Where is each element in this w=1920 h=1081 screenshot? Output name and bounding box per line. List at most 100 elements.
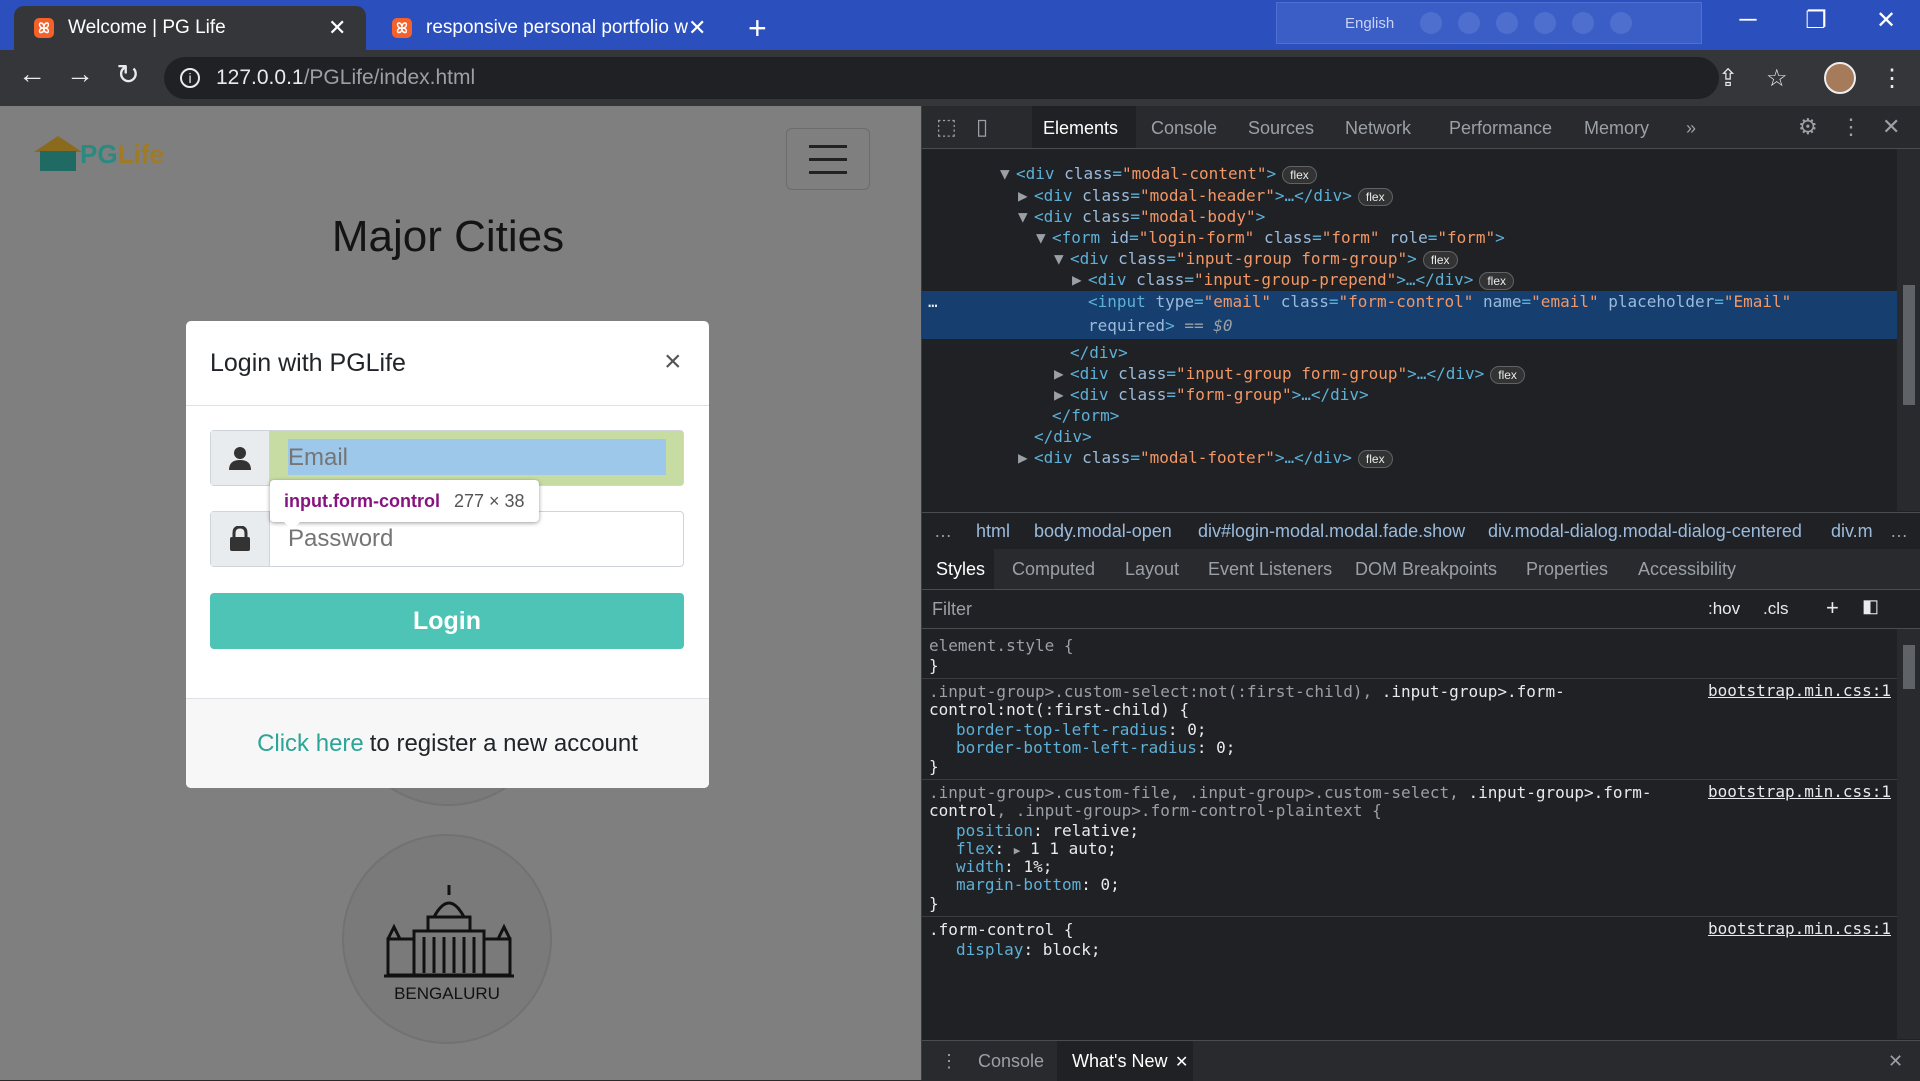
dom-node[interactable]: ▶ <div class="modal-header">…</div> flex <box>1018 185 1393 207</box>
menu-kebab-icon[interactable]: ⋮ <box>1880 64 1904 93</box>
class-toggle[interactable]: .cls <box>1763 599 1789 619</box>
inspect-element-icon[interactable]: ⬚ <box>936 114 957 140</box>
reload-icon[interactable]: ↻ <box>108 58 148 91</box>
drawer-tab-console[interactable]: Console <box>978 1051 1044 1072</box>
more-tabs-icon[interactable]: » <box>1686 118 1696 139</box>
devtools-menu-icon[interactable]: ⋮ <box>1840 114 1862 140</box>
style-source-link[interactable]: bootstrap.min.css:1 <box>1708 681 1891 700</box>
tab-properties[interactable]: Properties <box>1526 559 1608 580</box>
drawer-close-icon[interactable]: ✕ <box>1888 1051 1903 1072</box>
flex-badge[interactable]: flex <box>1490 365 1525 384</box>
dom-node[interactable]: ▼ <div class="modal-body"> <box>1018 206 1265 228</box>
new-tab-plus-icon[interactable]: + <box>748 10 767 47</box>
ime-toolbar: English <box>1276 2 1702 44</box>
dom-node[interactable]: </form> <box>1052 405 1119 427</box>
restore-button[interactable]: ❐ <box>1786 6 1846 35</box>
tab-layout[interactable]: Layout <box>1125 559 1179 580</box>
ime-language[interactable]: English <box>1345 15 1394 32</box>
breadcrumb-item[interactable]: div.m <box>1831 521 1873 542</box>
register-link[interactable]: Click here <box>257 730 364 758</box>
dom-node[interactable]: ▶ <div class="input-group-prepend">…</div… <box>1072 269 1515 291</box>
dom-node[interactable]: </div> <box>1070 342 1128 364</box>
dom-node[interactable]: ▼ <div class="input-group form-group"> fle… <box>1054 248 1458 270</box>
styles-filter-input[interactable]: Filter <box>932 599 972 620</box>
ime-settings-icon[interactable] <box>1496 12 1519 34</box>
tab-close-icon[interactable]: ✕ <box>328 15 346 41</box>
tab-computed[interactable]: Computed <box>1012 559 1095 580</box>
ime-help-icon[interactable] <box>1572 12 1595 34</box>
login-button[interactable]: Login <box>210 593 684 649</box>
flex-badge[interactable]: flex <box>1422 250 1458 269</box>
tab-elements[interactable]: Elements <box>1043 118 1118 139</box>
dom-node[interactable]: </div> <box>1034 426 1092 448</box>
dom-node[interactable]: ▶ <div class="input-group form-group">…</… <box>1054 363 1525 385</box>
modal-close-button[interactable]: × <box>664 345 682 379</box>
modal-footer: Click here to register a new account <box>186 698 709 788</box>
pglife-logo[interactable]: PGLife <box>34 136 164 171</box>
back-arrow-icon[interactable]: ← <box>12 58 52 90</box>
drawer-menu-icon[interactable]: ⋮ <box>940 1051 958 1072</box>
dom-scrollbar[interactable] <box>1897 149 1920 511</box>
styles-scrollbar[interactable] <box>1897 629 1920 1039</box>
dom-node[interactable]: ▼ <form id="login-form" class="form" role… <box>1036 227 1505 249</box>
tab-event-listeners[interactable]: Event Listeners <box>1208 559 1332 580</box>
site-info-icon[interactable]: i <box>180 68 200 88</box>
ime-tool-icon[interactable] <box>1420 12 1443 34</box>
tab-network[interactable]: Network <box>1345 118 1411 139</box>
style-declaration[interactable]: border-bottom-left-radius: 0; <box>956 737 1235 759</box>
tab-portfolio[interactable]: ꕤ responsive personal portfolio web ✕ <box>372 6 724 50</box>
devtools-close-icon[interactable]: ✕ <box>1882 114 1900 140</box>
device-toolbar-icon[interactable]: ▯ <box>976 114 988 140</box>
flex-badge[interactable]: flex <box>1282 165 1317 184</box>
dom-node-selected[interactable]: … <input type="email" class="form-contro… <box>922 291 1897 339</box>
ime-tool-icon[interactable] <box>1458 12 1481 34</box>
flex-badge[interactable]: flex <box>1357 449 1393 468</box>
tab-memory[interactable]: Memory <box>1584 118 1649 139</box>
tab-close-icon[interactable]: ✕ <box>688 15 706 41</box>
tab-performance[interactable]: Performance <box>1449 118 1552 139</box>
hover-state-toggle[interactable]: :hov <box>1708 599 1740 619</box>
flex-badge[interactable]: flex <box>1479 271 1515 290</box>
dom-node[interactable]: ▶ <div class="form-group">…</div> <box>1054 384 1369 406</box>
drawer-tab-whats-new[interactable]: What's New <box>1072 1051 1167 1072</box>
breadcrumb-item[interactable]: body.modal-open <box>1034 521 1172 542</box>
tab-dom-breakpoints[interactable]: DOM Breakpoints <box>1355 559 1497 580</box>
tab-sources[interactable]: Sources <box>1248 118 1314 139</box>
toggle-sidebar-icon[interactable]: ◧ <box>1862 596 1879 617</box>
close-window-button[interactable]: ✕ <box>1856 6 1916 35</box>
breadcrumb: … html body.modal-open div#login-modal.m… <box>922 512 1920 550</box>
dom-node-ellipsis[interactable]: … <box>928 291 938 313</box>
modal-title: Login with PGLife <box>210 349 406 377</box>
tab-styles[interactable]: Styles <box>936 559 985 580</box>
tab-welcome[interactable]: ꕤ Welcome | PG Life ✕ <box>14 6 366 50</box>
flex-badge[interactable]: flex <box>1357 187 1393 206</box>
breadcrumb-item[interactable]: div#login-modal.modal.fade.show <box>1198 521 1465 542</box>
style-rule-selector: .form-control { <box>929 920 1074 939</box>
navbar-toggle-button[interactable] <box>786 128 870 190</box>
settings-gear-icon[interactable]: ⚙ <box>1798 114 1818 140</box>
breadcrumb-ellipsis[interactable]: … <box>934 521 952 542</box>
drawer-tab-close-icon[interactable]: ✕ <box>1175 1052 1188 1072</box>
style-source-link[interactable]: bootstrap.min.css:1 <box>1708 919 1891 938</box>
new-style-rule-icon[interactable]: + <box>1826 595 1839 621</box>
style-source-link[interactable]: bootstrap.min.css:1 <box>1708 782 1891 801</box>
ime-check-icon[interactable] <box>1610 12 1633 34</box>
tab-console[interactable]: Console <box>1151 118 1217 139</box>
ime-browser-icon[interactable] <box>1534 12 1557 34</box>
address-bar[interactable]: i 127.0.0.1/PGLife/index.html <box>164 57 1719 99</box>
forward-arrow-icon[interactable]: → <box>60 58 100 90</box>
style-declaration[interactable]: margin-bottom: 0; <box>956 874 1120 896</box>
breadcrumb-item[interactable]: html <box>976 521 1010 542</box>
city-card-bengaluru[interactable]: BENGALURU <box>342 834 552 1044</box>
bookmark-star-icon[interactable]: ☆ <box>1766 64 1788 93</box>
breadcrumb-item[interactable]: div.modal-dialog.modal-dialog-centered <box>1488 521 1802 542</box>
share-icon[interactable]: ⇪ <box>1718 64 1738 93</box>
email-field[interactable] <box>270 431 683 485</box>
tab-accessibility[interactable]: Accessibility <box>1638 559 1736 580</box>
breadcrumb-more[interactable]: … <box>1890 521 1908 542</box>
dom-node[interactable]: ▶ <div class="modal-footer">…</div> flex <box>1018 447 1393 469</box>
dom-node[interactable]: ▼ <div class="modal-content"> flex <box>1000 163 1317 185</box>
minimize-button[interactable]: ─ <box>1718 6 1778 34</box>
style-declaration[interactable]: display: block; <box>956 939 1101 961</box>
profile-avatar[interactable] <box>1824 62 1856 94</box>
